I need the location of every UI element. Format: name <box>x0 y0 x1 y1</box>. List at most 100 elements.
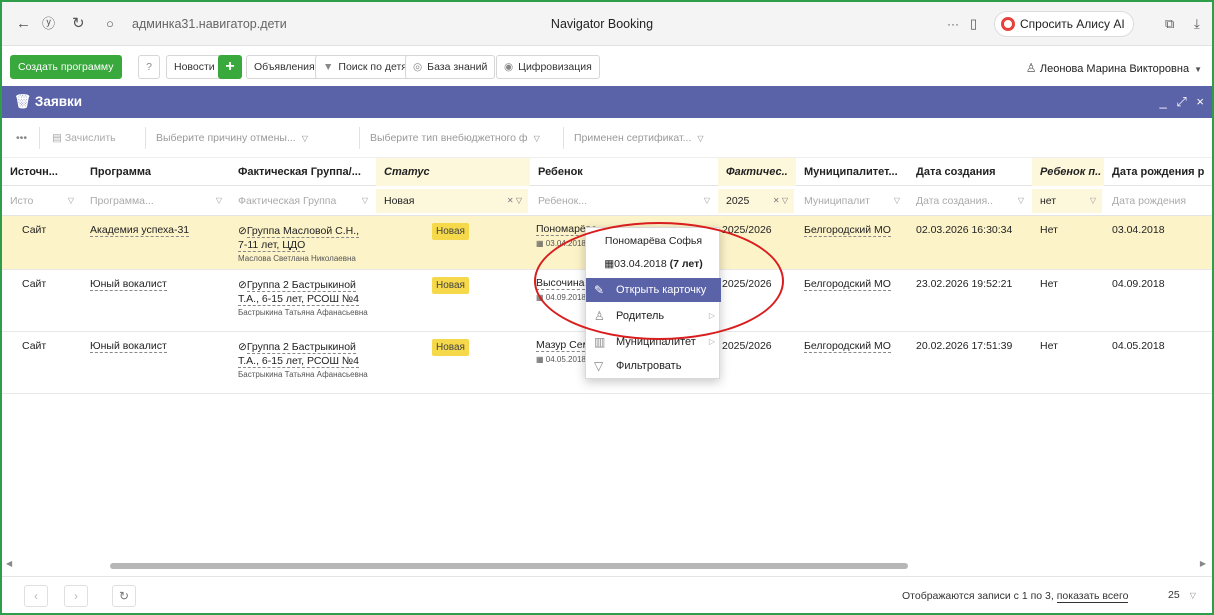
ads-button[interactable]: Объявления <box>246 55 323 79</box>
filter-created[interactable]: Дата создания.. ▽ <box>908 189 1030 213</box>
back-icon[interactable]: ← <box>16 16 31 32</box>
scrollbar-thumb[interactable] <box>110 563 908 569</box>
col-created[interactable]: Дата создания <box>908 158 1032 186</box>
ask-alice-button[interactable]: Спросить Алису AI <box>994 11 1134 37</box>
cell-group[interactable]: ⊘Группа Масловой С.Н., 7-11 лет, ЦДО Масл… <box>238 224 368 264</box>
page-size-select[interactable]: 25 ▽ <box>1168 589 1196 601</box>
digital-icon: ◉ <box>504 61 514 73</box>
filter-status[interactable]: Новая ✕ ▽ <box>376 189 528 213</box>
bookmark-icon[interactable]: ▯ <box>970 16 977 32</box>
cell-child-flag: Нет <box>1040 278 1058 290</box>
filter-program[interactable]: Программа... ▽ <box>82 189 228 213</box>
address-bar[interactable]: админка31.навигатор.дети <box>132 17 287 31</box>
child-date-value: 04.05.2018 <box>545 355 586 364</box>
group-link[interactable]: Группа 2 Бастрыкиной Т.А., 6-15 лет, РСО… <box>238 279 360 306</box>
cancel-reason-select[interactable]: Выберите причину отмены... ▽ <box>150 127 360 149</box>
col-municipality[interactable]: Муниципалитет... <box>796 158 908 186</box>
reload-icon[interactable]: ↻ <box>72 16 85 32</box>
filter-source-value: Исто <box>10 195 34 207</box>
cell-program[interactable]: Юный вокалист <box>90 340 167 353</box>
more-actions-icon[interactable]: ••• <box>10 127 40 149</box>
cell-municipality[interactable]: Белгородский МО <box>804 224 891 237</box>
filter-label: Фильтровать <box>616 360 682 372</box>
cell-group[interactable]: ⊘Группа 2 Бастрыкиной Т.А., 6-15 лет, РС… <box>238 340 368 380</box>
filter-municipality[interactable]: Муниципалит ▽ <box>796 189 906 213</box>
certificate-placeholder: Применен сертификат... <box>574 132 692 144</box>
filter-child[interactable]: Ребенок... ▽ <box>530 189 716 213</box>
cell-child-flag: Нет <box>1040 340 1058 352</box>
filter-birthdate[interactable]: Дата рождения <box>1104 189 1210 213</box>
digitalization-button[interactable]: ◉ Цифровизация <box>496 55 600 79</box>
minimize-icon[interactable]: _ <box>1160 94 1167 109</box>
certificate-select[interactable]: Применен сертификат... ▽ <box>568 127 728 149</box>
chevron-down-icon: ▽ <box>1089 196 1096 205</box>
chevron-down-icon: ▼ <box>1194 65 1202 74</box>
filter-created-value: Дата создания.. <box>916 195 993 207</box>
cell-created: 02.03.2026 16:30:34 <box>916 224 1013 236</box>
col-program[interactable]: Программа <box>82 158 230 186</box>
knowledge-base-button[interactable]: ◎ База знаний <box>405 55 496 79</box>
chevron-down-icon: ▽ <box>301 134 308 143</box>
group-link[interactable]: Группа 2 Бастрыкиной Т.А., 6-15 лет, РСО… <box>238 341 360 368</box>
filter-source[interactable]: Исто ▽ <box>2 189 80 213</box>
cell-municipality[interactable]: Белгородский МО <box>804 340 891 353</box>
filter-group[interactable]: Фактическая Группа ▽ <box>230 189 374 213</box>
scroll-left-icon[interactable]: ◀ <box>6 559 12 568</box>
cell-birthdate: 04.09.2018 <box>1112 278 1165 290</box>
create-program-button[interactable]: Создать программу <box>10 55 122 79</box>
user-menu[interactable]: ♙ Леонова Марина Викторовна ▼ <box>1026 61 1202 75</box>
refresh-icon[interactable]: ↻ <box>112 585 136 607</box>
cell-source: Сайт <box>22 278 47 290</box>
group-link[interactable]: Группа Масловой С.Н., 7-11 лет, ЦДО <box>238 225 360 252</box>
col-child[interactable]: Ребенок <box>530 158 718 186</box>
clear-chevron-icon[interactable]: ✕ ▽ <box>773 189 788 213</box>
cell-municipality[interactable]: Белгородский МО <box>804 278 891 291</box>
expand-icon[interactable]: ⤢ <box>1176 94 1186 109</box>
filter-child-flag[interactable]: нет ▽ <box>1032 189 1102 213</box>
close-icon[interactable]: × <box>1196 94 1204 109</box>
show-all-link[interactable]: показать всего <box>1056 590 1129 603</box>
horizontal-scrollbar[interactable]: ◀ ▶ <box>6 559 1206 571</box>
alice-label: Спросить Алису AI <box>1020 17 1125 31</box>
ads-label: Объявления <box>254 61 315 73</box>
cell-birthdate: 03.04.2018 <box>1112 224 1165 236</box>
filter-status-value: Новая <box>384 195 415 207</box>
clear-chevron-icon[interactable]: ✕ ▽ <box>507 189 522 213</box>
news-button[interactable]: Новости <box>166 55 223 79</box>
download-icon[interactable]: ⤓ <box>1194 16 1200 32</box>
cell-birthdate: 04.05.2018 <box>1112 340 1165 352</box>
status-badge: Новая <box>432 339 469 356</box>
col-source[interactable]: Источн... <box>2 158 82 186</box>
search-children-label: Поиск по детям <box>338 61 415 73</box>
funding-type-placeholder: Выберите тип внебюджетного ф <box>370 132 528 144</box>
prev-page-button[interactable]: ‹ <box>24 585 48 607</box>
group-icon: ⊘ <box>238 279 247 291</box>
scroll-right-icon[interactable]: ▶ <box>1200 559 1206 568</box>
enroll-button[interactable]: ▤ Зачислить <box>46 127 146 149</box>
filter-year[interactable]: 2025 ✕ ▽ <box>718 189 794 213</box>
funding-type-select[interactable]: Выберите тип внебюджетного ф ▽ <box>364 127 564 149</box>
cell-group[interactable]: ⊘Группа 2 Бастрыкиной Т.А., 6-15 лет, РС… <box>238 278 368 318</box>
chevron-down-icon: ▽ <box>1189 591 1196 600</box>
child-link[interactable]: Мазур Сем <box>536 339 590 352</box>
col-status[interactable]: Статус <box>376 158 530 186</box>
cell-program[interactable]: Академия успеха-31 <box>90 224 190 237</box>
yandex-icon[interactable]: ⓨ <box>42 16 55 32</box>
page-title: Navigator Booking <box>550 17 654 31</box>
col-group[interactable]: Фактическая Группа/... <box>230 158 376 186</box>
more-icon[interactable]: ··· <box>947 16 959 32</box>
applications-panel-header: 🗑 Заявки _ ⤢ × <box>2 86 1212 118</box>
group-icon: ⊘ <box>238 225 247 237</box>
filter-menu-item[interactable]: ▽ Фильтровать <box>586 354 721 378</box>
help-icon[interactable]: ? <box>138 55 160 79</box>
col-birthdate[interactable]: Дата рождения р <box>1104 158 1212 186</box>
funnel-icon: ▽ <box>594 359 604 373</box>
col-child-flag[interactable]: Ребенок п.. <box>1032 158 1104 186</box>
cell-program[interactable]: Юный вокалист <box>90 278 167 291</box>
basket-icon: 🗑 <box>14 94 35 109</box>
next-page-button[interactable]: › <box>64 585 88 607</box>
digital-label: Цифровизация <box>518 61 592 73</box>
add-ad-button[interactable]: + <box>218 55 242 79</box>
col-year[interactable]: Фактичес.. <box>718 158 796 186</box>
share-icon[interactable]: ⧉ <box>1165 16 1174 32</box>
